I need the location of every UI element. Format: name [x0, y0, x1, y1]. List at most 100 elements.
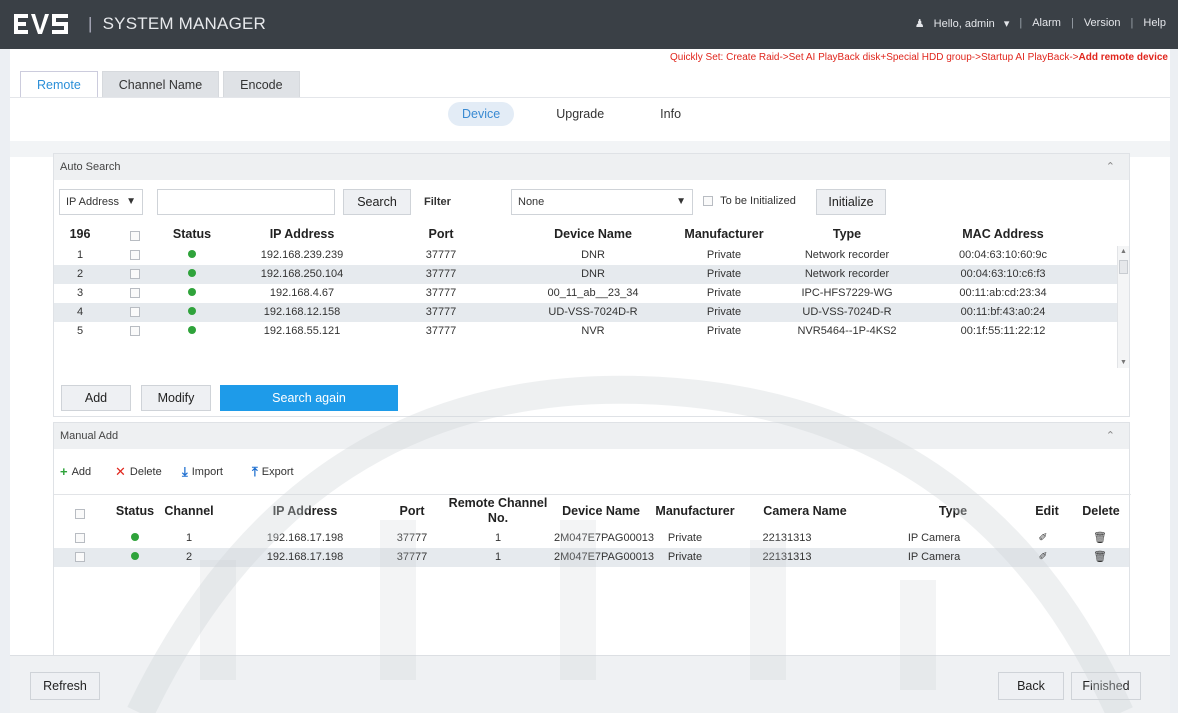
- col-manufacturer: Manufacturer: [655, 504, 735, 518]
- tab-encode[interactable]: Encode: [223, 71, 300, 98]
- search-button[interactable]: Search: [343, 189, 411, 215]
- table-row[interactable]: 1 192.168.239.239 37777 DNR Private Netw…: [54, 246, 1129, 265]
- top-bar: | SYSTEM MANAGER ♟ Hello, admin ▾ | Alarm…: [0, 0, 1178, 49]
- search-results-table: 196 Status IP Address Port Device Name M…: [54, 224, 1129, 368]
- auto-search-header: Auto Search ⌃: [54, 154, 1129, 180]
- table-header: Status Channel IP Address Port Remote Ch…: [54, 495, 1129, 529]
- col-manufacturer: Manufacturer: [684, 227, 764, 241]
- manual-add-toolbar: + Add ✕ Delete ⤓ Import ⤒ Export: [54, 449, 1129, 493]
- subtab-upgrade[interactable]: Upgrade: [542, 102, 618, 126]
- plus-icon: +: [60, 464, 68, 479]
- search-row: IP Address ▼ Search Filter None ▼ To be In…: [54, 180, 1129, 224]
- col-ip-address: IP Address: [272, 504, 338, 518]
- col-device-name: Device Name: [562, 504, 640, 518]
- app-title: | SYSTEM MANAGER: [88, 14, 267, 33]
- help-link[interactable]: Help: [1137, 17, 1172, 30]
- edit-pencil-icon[interactable]: ✐: [1038, 548, 1047, 567]
- row-checkbox[interactable]: [130, 250, 140, 261]
- import-button[interactable]: ⤓ Import: [182, 464, 223, 480]
- tab-channel-name[interactable]: Channel Name: [101, 71, 220, 98]
- status-online-icon: [131, 552, 139, 560]
- subtab-info[interactable]: Info: [646, 102, 695, 126]
- quickset-guide: Quickly Set: Create Raid->Set AI PlayBac…: [669, 52, 1168, 63]
- row-checkbox[interactable]: [75, 533, 85, 544]
- tab-remote[interactable]: Remote: [20, 71, 98, 98]
- row-checkbox[interactable]: [130, 288, 140, 299]
- add-remote-device-link[interactable]: Add remote device: [1079, 52, 1168, 63]
- status-online-icon: [188, 307, 196, 315]
- status-online-icon: [188, 250, 196, 258]
- scroll-up-icon[interactable]: ▲: [1120, 248, 1127, 255]
- col-remote-channel: Remote Channel No.: [448, 496, 548, 525]
- search-input[interactable]: [157, 189, 335, 215]
- to-be-initialized-checkbox[interactable]: [703, 196, 713, 207]
- table-row[interactable]: 2 192.168.17.198 37777 1 2M047E7PAG00013…: [54, 548, 1129, 567]
- row-checkbox[interactable]: [130, 326, 140, 337]
- status-online-icon: [188, 269, 196, 277]
- row-checkbox[interactable]: [130, 269, 140, 280]
- to-be-initialized-option: To be Initialized: [703, 195, 796, 207]
- status-online-icon: [131, 533, 139, 541]
- col-status: Status: [172, 227, 212, 241]
- col-camera-name: Camera Name: [763, 504, 847, 518]
- search-type-select[interactable]: IP Address ▼: [59, 189, 143, 215]
- table-header: 196 Status IP Address Port Device Name M…: [54, 224, 1129, 246]
- col-type: Type: [832, 227, 862, 241]
- dropdown-arrow-icon: ▼: [676, 196, 686, 207]
- collapse-icon[interactable]: ⌃: [1106, 423, 1115, 449]
- top-right-menu: ♟ Hello, admin ▾ | Alarm | Version | Hel…: [909, 17, 1172, 30]
- table-row[interactable]: 2 192.168.250.104 37777 DNR Private Netw…: [54, 265, 1129, 284]
- user-menu[interactable]: ♟ Hello, admin ▾: [909, 17, 1016, 30]
- table-row[interactable]: 4 192.168.12.158 37777 UD-VSS-7024D-R Pr…: [54, 303, 1129, 322]
- col-status: Status: [115, 504, 155, 518]
- scroll-thumb[interactable]: [1119, 260, 1128, 274]
- results-scrollbar[interactable]: ▲ ▼: [1117, 246, 1129, 368]
- table-row[interactable]: 5 192.168.55.121 37777 NVR Private NVR54…: [54, 322, 1129, 341]
- modify-device-button[interactable]: Modify: [141, 385, 211, 411]
- sub-tabs: Device Upgrade Info: [448, 102, 723, 126]
- subtab-device[interactable]: Device: [448, 102, 515, 126]
- main-content: Quickly Set: Create Raid->Set AI PlayBac…: [10, 49, 1170, 713]
- alarm-link[interactable]: Alarm: [1026, 17, 1067, 30]
- select-all-checkbox[interactable]: [130, 230, 140, 241]
- version-link[interactable]: Version: [1078, 17, 1127, 30]
- scroll-down-icon[interactable]: ▼: [1120, 359, 1127, 366]
- manual-add-header: Manual Add ⌃: [54, 423, 1129, 449]
- result-count: 196: [69, 227, 91, 241]
- auto-search-panel: Auto Search ⌃ IP Address ▼ Search Filter …: [53, 153, 1130, 417]
- col-device-name: Device Name: [554, 227, 632, 241]
- filter-select[interactable]: None ▼: [511, 189, 693, 215]
- status-online-icon: [188, 326, 196, 334]
- refresh-button[interactable]: Refresh: [30, 672, 100, 700]
- table-row[interactable]: 3 192.168.4.67 37777 00_11_ab__23_34 Pri…: [54, 284, 1129, 303]
- edit-pencil-icon[interactable]: ✐: [1038, 529, 1047, 548]
- delete-trash-icon[interactable]: 🗑: [1093, 548, 1107, 567]
- col-delete: Delete: [1082, 504, 1120, 518]
- col-channel: Channel: [164, 504, 214, 518]
- delete-trash-icon[interactable]: 🗑: [1093, 529, 1107, 548]
- manual-delete-button[interactable]: ✕ Delete: [115, 464, 162, 480]
- col-mac-address: MAC Address: [962, 227, 1044, 241]
- col-ip-address: IP Address: [269, 227, 335, 241]
- col-port: Port: [428, 227, 454, 241]
- initialize-button[interactable]: Initialize: [816, 189, 886, 215]
- status-online-icon: [188, 288, 196, 296]
- manual-devices-table: Status Channel IP Address Port Remote Ch…: [54, 495, 1129, 567]
- select-all-checkbox[interactable]: [75, 508, 85, 519]
- back-button[interactable]: Back: [998, 672, 1064, 700]
- search-again-button[interactable]: Search again: [220, 385, 398, 411]
- row-checkbox[interactable]: [75, 552, 85, 563]
- export-button[interactable]: ⤒ Export: [252, 464, 294, 480]
- filter-label: Filter: [424, 196, 451, 208]
- add-device-button[interactable]: Add: [61, 385, 131, 411]
- manual-add-button[interactable]: + Add: [60, 464, 91, 479]
- import-icon: ⤓: [182, 464, 188, 479]
- col-edit: Edit: [1035, 504, 1059, 518]
- row-checkbox[interactable]: [130, 307, 140, 318]
- evs-logo: [14, 14, 68, 34]
- bottom-bar: Refresh Back Finished: [10, 655, 1170, 713]
- col-port: Port: [399, 504, 425, 518]
- collapse-icon[interactable]: ⌃: [1106, 154, 1115, 180]
- finished-button[interactable]: Finished: [1071, 672, 1141, 700]
- table-row[interactable]: 1 192.168.17.198 37777 1 2M047E7PAG00013…: [54, 529, 1129, 548]
